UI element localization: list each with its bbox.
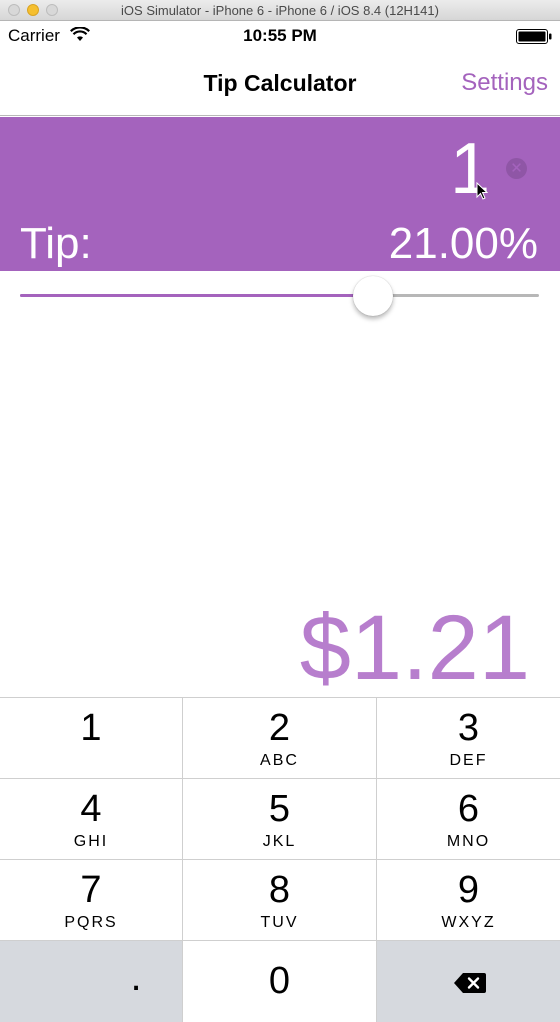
mouse-pointer-icon: [476, 181, 489, 205]
settings-button[interactable]: Settings: [461, 69, 548, 97]
key-digit: 0: [268, 960, 291, 1002]
clear-icon[interactable]: ✕: [506, 158, 527, 179]
key-letters: DEF: [449, 752, 488, 769]
key-digit: 8: [268, 869, 291, 911]
key-letters: WXYZ: [441, 914, 496, 931]
key-4[interactable]: 4 GHI: [0, 778, 183, 859]
key-letters: TUV: [260, 914, 299, 931]
bill-header: 1 ✕ Tip: 21.00%: [0, 117, 560, 271]
key-digit: 4: [80, 788, 102, 830]
key-letters: GHI: [73, 833, 109, 850]
tip-percentage: 21.00%: [388, 219, 538, 268]
total-amount: $1.21: [299, 597, 530, 699]
slider-thumb[interactable]: [352, 276, 393, 316]
key-5[interactable]: 5 JKL: [183, 778, 377, 859]
key-decimal-label: .: [130, 955, 142, 999]
status-bar: Carrier 10:55 PM: [0, 21, 560, 51]
key-2[interactable]: 2 ABC: [183, 697, 377, 778]
key-delete[interactable]: [377, 940, 560, 1022]
battery-icon: [516, 29, 552, 49]
delete-icon: [453, 972, 487, 999]
key-letters: JKL: [262, 833, 297, 850]
key-letters: ABC: [260, 752, 299, 769]
key-9[interactable]: 9 WXYZ: [377, 859, 560, 940]
key-letters: MNO: [446, 833, 491, 850]
key-6[interactable]: 6 MNO: [377, 778, 560, 859]
key-digit: 5: [268, 788, 291, 830]
status-time: 10:55 PM: [243, 26, 317, 45]
key-digit: 9: [457, 869, 480, 911]
window-title: iOS Simulator - iPhone 6 - iPhone 6 / iO…: [121, 3, 439, 18]
key-digit: 7: [80, 869, 102, 911]
key-7[interactable]: 7 PQRS: [0, 859, 183, 940]
key-3[interactable]: 3 DEF: [377, 697, 560, 778]
navigation-bar: Tip Calculator Settings: [0, 51, 560, 116]
key-8[interactable]: 8 TUV: [183, 859, 377, 940]
key-digit: 6: [457, 788, 480, 830]
key-digit: 3: [457, 707, 480, 749]
key-1[interactable]: 1: [0, 697, 183, 778]
tip-slider[interactable]: [20, 276, 539, 316]
key-digit: 2: [268, 707, 291, 749]
key-decimal[interactable]: .: [0, 940, 183, 1022]
key-0[interactable]: 0: [183, 940, 377, 1022]
slider-fill: [20, 294, 373, 297]
number-keypad: 1 2 ABC 3 DEF 4 GHI 5 JKL 6 MNO 7 PQRS 8…: [0, 697, 560, 1022]
tip-label: Tip:: [20, 219, 92, 268]
bill-amount-field[interactable]: 1: [20, 131, 490, 207]
key-digit: 1: [80, 707, 102, 749]
key-letters: PQRS: [64, 914, 118, 931]
window-titlebar: iOS Simulator - iPhone 6 - iPhone 6 / iO…: [0, 0, 560, 21]
